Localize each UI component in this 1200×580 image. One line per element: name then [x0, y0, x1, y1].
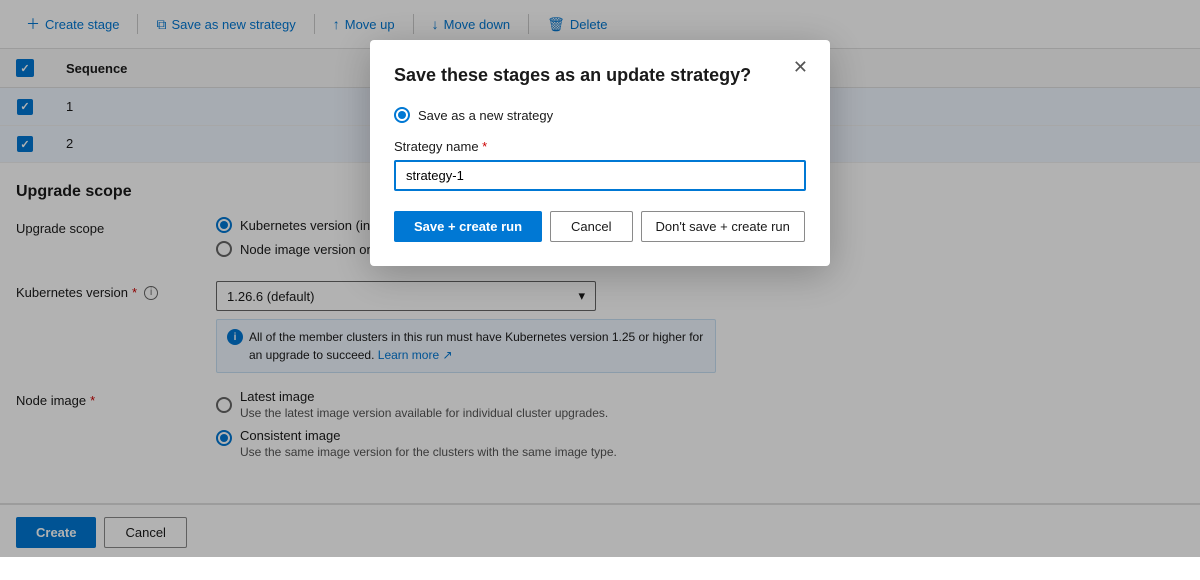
modal-overlay[interactable]: Save these stages as an update strategy?…: [0, 0, 1200, 557]
modal-close-button[interactable]: ✕: [787, 56, 814, 78]
modal-radio-section: Save as a new strategy: [394, 107, 806, 123]
modal-title: Save these stages as an update strategy?: [394, 64, 806, 87]
strategy-name-label: Strategy name *: [394, 139, 806, 154]
modal-radio-save-new-btn[interactable]: [394, 107, 410, 123]
strategy-name-required: *: [482, 139, 487, 154]
strategy-name-section: Strategy name *: [394, 139, 806, 191]
modal-radio-save-new[interactable]: Save as a new strategy: [394, 107, 806, 123]
save-create-run-button[interactable]: Save + create run: [394, 211, 542, 242]
dont-save-create-run-button[interactable]: Don't save + create run: [641, 211, 805, 242]
strategy-name-input[interactable]: [394, 160, 806, 191]
save-strategy-modal: Save these stages as an update strategy?…: [370, 40, 830, 266]
modal-cancel-button[interactable]: Cancel: [550, 211, 632, 242]
modal-actions: Save + create run Cancel Don't save + cr…: [394, 211, 806, 242]
